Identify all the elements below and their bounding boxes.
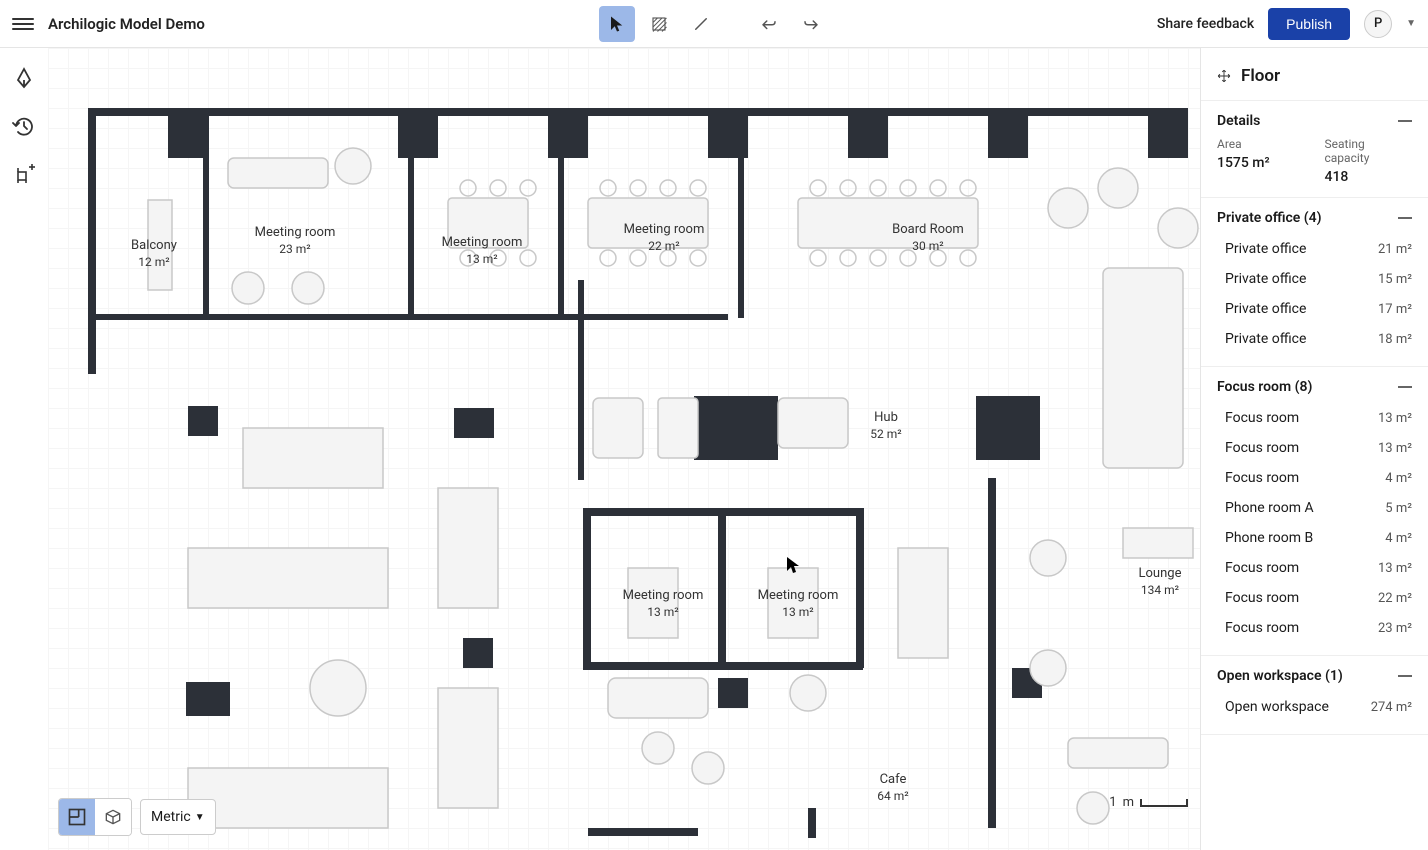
- view-2d-button[interactable]: [59, 799, 95, 835]
- space-area: 13 m²: [1378, 411, 1412, 426]
- undo-button[interactable]: [751, 6, 787, 42]
- space-row[interactable]: Private office 18 m²: [1217, 324, 1412, 354]
- space-area: 13 m²: [1378, 561, 1412, 576]
- space-row[interactable]: Private office 21 m²: [1217, 234, 1412, 264]
- space-name: Private office: [1225, 271, 1306, 287]
- furniture-tool[interactable]: [12, 162, 36, 186]
- scale-bar-icon: [1140, 799, 1188, 807]
- space-area: 13 m²: [1378, 441, 1412, 456]
- avatar[interactable]: P: [1364, 10, 1392, 38]
- line-tool[interactable]: [683, 6, 719, 42]
- scale-indicator: 1 m: [1109, 795, 1188, 810]
- space-row[interactable]: Private office 15 m²: [1217, 264, 1412, 294]
- area-label: Area: [1217, 137, 1305, 151]
- share-feedback-link[interactable]: Share feedback: [1157, 16, 1254, 32]
- collapse-icon[interactable]: [1398, 120, 1412, 122]
- space-name: Private office: [1225, 331, 1306, 347]
- group-heading: Focus room (8): [1217, 379, 1312, 395]
- space-name: Focus room: [1225, 590, 1299, 606]
- unit-select[interactable]: Metric ▼: [140, 799, 216, 835]
- details-heading: Details: [1217, 113, 1260, 129]
- sidebar: Floor Details Area 1575 m² Seating capac…: [1200, 48, 1428, 850]
- chair-plus-icon: [12, 162, 36, 186]
- collapse-icon[interactable]: [1398, 217, 1412, 219]
- space-row[interactable]: Phone room B 4 m²: [1217, 523, 1412, 553]
- space-row[interactable]: Focus room 4 m²: [1217, 463, 1412, 493]
- redo-icon: [802, 15, 820, 33]
- space-name: Focus room: [1225, 410, 1299, 426]
- collapse-icon[interactable]: [1398, 386, 1412, 388]
- seating-label: Seating capacity: [1325, 137, 1413, 165]
- cursor-icon: [608, 15, 626, 33]
- space-area: 22 m²: [1378, 591, 1412, 606]
- line-icon: [692, 15, 710, 33]
- space-name: Focus room: [1225, 440, 1299, 456]
- app-title: Archilogic Model Demo: [48, 15, 205, 33]
- hatch-icon: [650, 15, 668, 33]
- floor-plan-svg: [48, 48, 1200, 850]
- space-row[interactable]: Focus room 22 m²: [1217, 583, 1412, 613]
- floor-plan-canvas[interactable]: Balcony12 m²Meeting room23 m²Meeting roo…: [48, 48, 1200, 850]
- hatch-tool[interactable]: [641, 6, 677, 42]
- collapse-icon[interactable]: [1398, 675, 1412, 677]
- space-area: 23 m²: [1378, 621, 1412, 636]
- area-value: 1575 m²: [1217, 155, 1305, 171]
- space-area: 15 m²: [1378, 272, 1412, 287]
- space-name: Open workspace: [1225, 699, 1329, 715]
- group-heading: Private office (4): [1217, 210, 1322, 226]
- pen-icon: [12, 66, 36, 90]
- left-toolbar: [0, 48, 48, 850]
- space-area: 5 m²: [1385, 501, 1412, 516]
- space-row[interactable]: Focus room 13 m²: [1217, 433, 1412, 463]
- unit-label: Metric: [151, 809, 191, 825]
- space-row[interactable]: Focus room 13 m²: [1217, 553, 1412, 583]
- chevron-down-icon[interactable]: ▼: [1406, 18, 1416, 29]
- group-heading: Open workspace (1): [1217, 668, 1343, 684]
- select-tool[interactable]: [599, 6, 635, 42]
- space-name: Focus room: [1225, 470, 1299, 486]
- pen-tool[interactable]: [12, 66, 36, 90]
- space-name: Phone room A: [1225, 500, 1314, 516]
- menu-icon[interactable]: [12, 13, 34, 35]
- space-area: 18 m²: [1378, 332, 1412, 347]
- publish-button[interactable]: Publish: [1268, 8, 1350, 40]
- history-tool[interactable]: [12, 114, 36, 138]
- undo-icon: [760, 15, 778, 33]
- space-area: 4 m²: [1385, 471, 1412, 486]
- space-area: 4 m²: [1385, 531, 1412, 546]
- canvas-cursor-icon: [786, 556, 800, 574]
- redo-button[interactable]: [793, 6, 829, 42]
- space-area: 17 m²: [1378, 302, 1412, 317]
- space-name: Focus room: [1225, 620, 1299, 636]
- space-row[interactable]: Open workspace 274 m²: [1217, 692, 1412, 722]
- seating-value: 418: [1325, 169, 1413, 185]
- floorplan-icon: [67, 807, 87, 827]
- space-area: 21 m²: [1378, 242, 1412, 257]
- space-row[interactable]: Focus room 23 m²: [1217, 613, 1412, 643]
- cube-icon: [103, 807, 123, 827]
- space-name: Phone room B: [1225, 530, 1313, 546]
- space-name: Focus room: [1225, 560, 1299, 576]
- space-area: 274 m²: [1371, 700, 1412, 715]
- space-row[interactable]: Focus room 13 m²: [1217, 403, 1412, 433]
- view-3d-button[interactable]: [95, 799, 131, 835]
- sidebar-title-label: Floor: [1241, 66, 1280, 86]
- move-icon: [1217, 69, 1231, 83]
- space-row[interactable]: Phone room A 5 m²: [1217, 493, 1412, 523]
- chevron-down-icon: ▼: [195, 812, 205, 823]
- space-row[interactable]: Private office 17 m²: [1217, 294, 1412, 324]
- history-icon: [12, 114, 36, 138]
- space-name: Private office: [1225, 301, 1306, 317]
- space-name: Private office: [1225, 241, 1306, 257]
